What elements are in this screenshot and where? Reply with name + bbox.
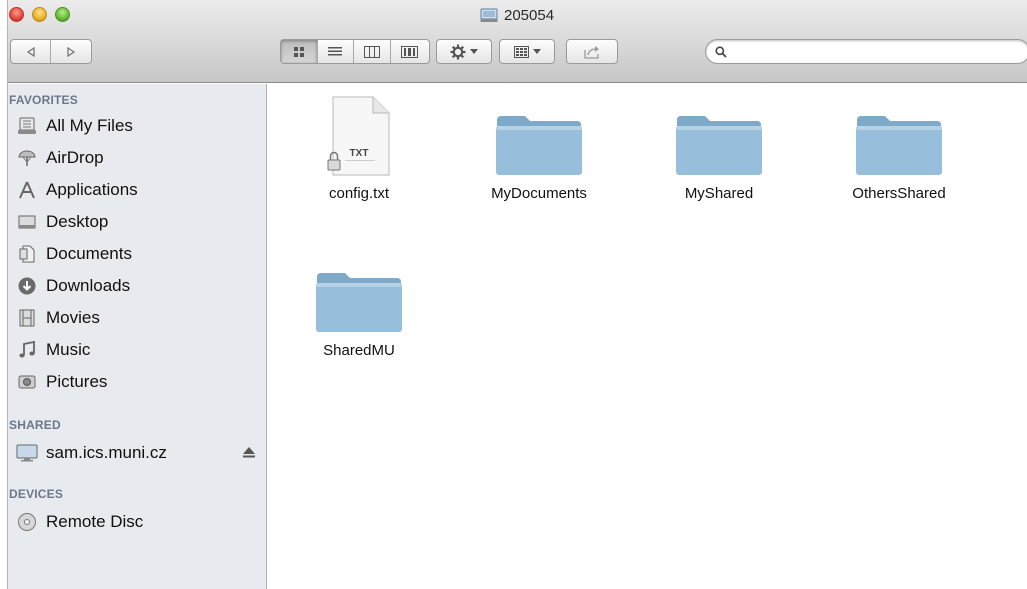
folder-name: SharedMU [323, 342, 395, 359]
chevron-down-icon [470, 48, 478, 54]
downloads-icon [16, 275, 38, 297]
folder-item-mydocuments[interactable]: MyDocuments [464, 94, 614, 202]
share-icon [584, 45, 599, 59]
applications-icon [16, 179, 38, 201]
icon-view-icon [293, 46, 304, 57]
sidebar-item-label: Music [46, 340, 91, 359]
arrange-menu-button[interactable] [499, 39, 555, 64]
file-name: config.txt [328, 185, 390, 202]
folder-name: MyDocuments [491, 185, 587, 202]
airdrop-icon [16, 147, 38, 169]
pictures-icon [16, 371, 38, 393]
sidebar-item-label: Downloads [46, 276, 131, 295]
sidebar-item-label: Remote Disc [46, 512, 144, 531]
sidebar-item-label: Movies [46, 308, 100, 327]
folder-icon [674, 94, 764, 176]
folder-name: MyShared [684, 185, 754, 202]
sidebar-item-movies[interactable]: Movies [16, 304, 261, 332]
network-server-icon [16, 442, 38, 464]
sidebar-section-devices: DEVICES [9, 487, 64, 501]
sidebar-item-airdrop[interactable]: AirDrop [16, 144, 261, 172]
action-menu-button[interactable] [436, 39, 492, 64]
remote-disc-icon [16, 511, 38, 533]
sidebar-section-shared: SHARED [9, 418, 61, 432]
list-view-button[interactable] [318, 40, 355, 63]
column-view-button[interactable] [354, 40, 391, 63]
forward-button[interactable] [51, 40, 91, 63]
sidebar-item-label: AirDrop [46, 148, 104, 167]
view-mode-control [280, 39, 430, 64]
music-icon [16, 339, 38, 361]
file-browser: TXT config.txt MyDocuments MyShared Othe… [268, 84, 1027, 589]
search-icon [715, 45, 727, 58]
sidebar-item-pictures[interactable]: Pictures [16, 368, 261, 396]
folder-item-othersshared[interactable]: OthersShared [824, 94, 974, 202]
folder-icon [854, 94, 944, 176]
all-files-icon [16, 115, 38, 137]
chevron-down-icon [532, 48, 541, 54]
text-file-icon: TXT [314, 94, 404, 176]
sidebar-item-label: Applications [46, 180, 138, 199]
window-title-text: 205054 [504, 6, 555, 24]
back-arrow-icon [26, 46, 35, 57]
back-button[interactable] [11, 40, 52, 63]
cover-flow-icon [401, 45, 419, 58]
sidebar-item-label: All My Files [46, 116, 133, 135]
title-bar: 205054 [8, 0, 1027, 83]
back-forward-control [10, 39, 92, 64]
sidebar-item-label: sam.ics.muni.cz [46, 443, 167, 462]
icon-view-button[interactable] [281, 40, 318, 63]
sidebar-item-label: Pictures [46, 372, 108, 391]
documents-icon [16, 243, 38, 265]
folder-icon [314, 251, 404, 333]
folder-item-myshared[interactable]: MyShared [644, 94, 794, 202]
finder-window: 205054 FAVORITES All My Files AirDrop Ap… [7, 0, 1027, 589]
sidebar-item-desktop[interactable]: Desktop [16, 208, 261, 236]
sidebar: FAVORITES All My Files AirDrop Applicati… [8, 84, 267, 589]
sidebar-item-label: Desktop [46, 212, 109, 231]
movies-icon [16, 307, 38, 329]
cover-flow-button[interactable] [391, 40, 429, 63]
column-view-icon [363, 45, 380, 58]
search-input[interactable] [727, 44, 1027, 59]
forward-arrow-icon [66, 46, 75, 57]
folder-name: OthersShared [852, 185, 946, 202]
server-icon [480, 8, 498, 22]
eject-icon[interactable] [242, 445, 256, 459]
minimize-button[interactable] [32, 7, 47, 22]
sidebar-item-applications[interactable]: Applications [16, 176, 261, 204]
sidebar-item-documents[interactable]: Documents [16, 240, 261, 268]
sidebar-item-all-my-files[interactable]: All My Files [16, 112, 261, 140]
gear-icon [450, 44, 466, 59]
sidebar-item-downloads[interactable]: Downloads [16, 272, 261, 300]
search-field[interactable] [705, 39, 1027, 64]
folder-item-sharedmu[interactable]: SharedMU [284, 251, 434, 359]
folder-icon [494, 94, 584, 176]
window-title: 205054 [480, 5, 554, 25]
sidebar-item-remote-disc[interactable]: Remote Disc [16, 508, 261, 536]
close-button[interactable] [9, 7, 24, 22]
desktop-icon [16, 211, 38, 233]
sidebar-item-music[interactable]: Music [16, 336, 261, 364]
sidebar-section-favorites: FAVORITES [9, 93, 78, 107]
sidebar-item-label: Documents [46, 244, 132, 263]
zoom-button[interactable] [55, 7, 70, 22]
file-item-config-txt[interactable]: TXT config.txt [284, 94, 434, 202]
share-button[interactable] [566, 39, 618, 64]
arrange-icon [513, 45, 529, 58]
sidebar-item-sam-ics-muni-cz[interactable]: sam.ics.muni.cz [16, 439, 261, 467]
file-badge: TXT [350, 148, 369, 159]
list-view-icon [328, 47, 343, 56]
